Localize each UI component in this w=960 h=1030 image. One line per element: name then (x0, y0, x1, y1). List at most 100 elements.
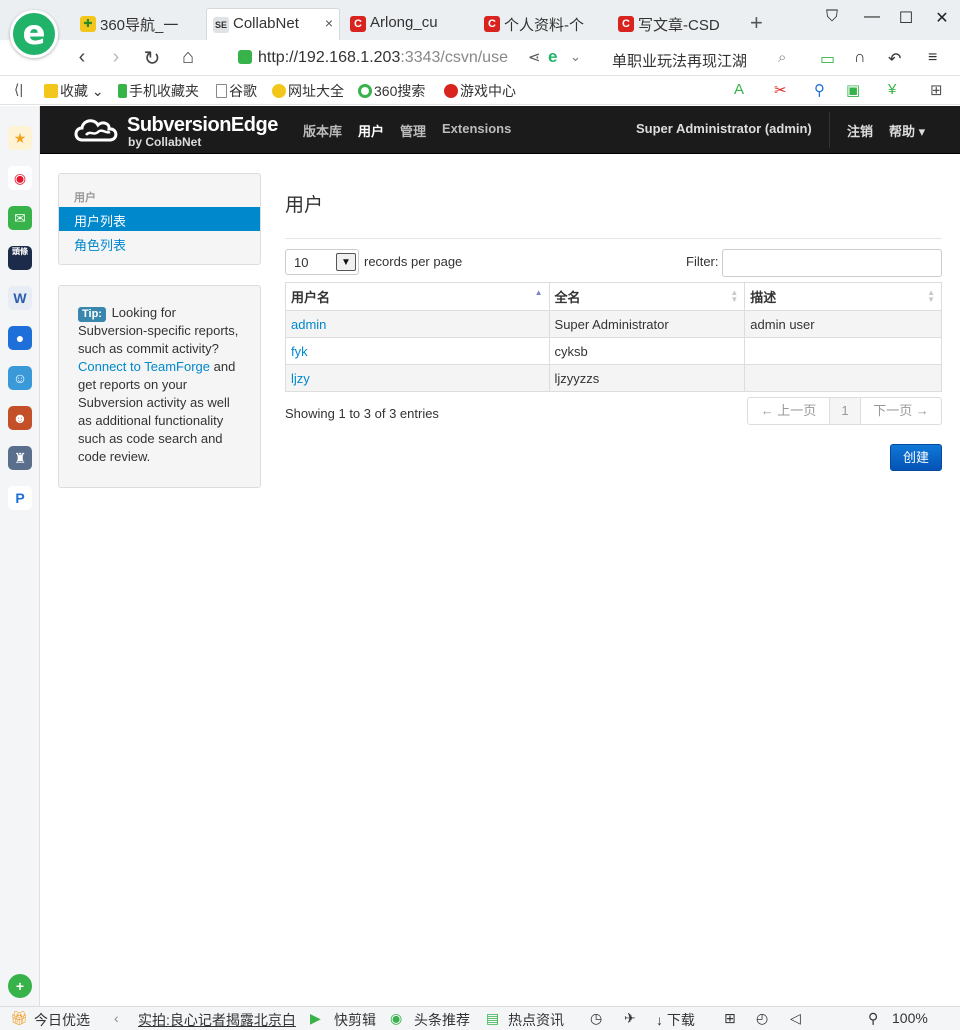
play-icon: ◉ (390, 1010, 403, 1026)
home-icon[interactable]: ⌂ (176, 46, 200, 69)
weibo-icon[interactable]: ◉ (8, 166, 32, 190)
tip-box: Tip: Looking for Subversion-specific rep… (58, 285, 261, 488)
logout-link[interactable]: 注销 (847, 121, 873, 140)
status-news-link[interactable]: 实拍:良心记者揭露北京白 (138, 1010, 296, 1030)
collapse-sidebar-icon[interactable]: ⟨| (14, 81, 23, 98)
nav-extensions[interactable]: Extensions (442, 121, 511, 136)
maximize-icon[interactable]: ☐ (894, 8, 918, 28)
side-nav-role-list[interactable]: 角色列表 (59, 231, 260, 255)
user-link[interactable]: admin (291, 317, 326, 332)
menu-icon[interactable]: ≡ (928, 49, 937, 67)
nav-users[interactable]: 用户 (358, 121, 384, 140)
tip-text-rest: and get reports on your Subversion activ… (78, 359, 236, 464)
game-app-3-icon[interactable]: ♜ (8, 446, 32, 470)
bookmark-hao123[interactable]: 网址大全 (272, 81, 344, 101)
status-headlines[interactable]: 头条推荐 (414, 1010, 470, 1030)
browser-tabbar: ✚ 360导航_一 SE CollabNet × C Arlong_cu C 个… (0, 0, 960, 40)
game-icon (444, 84, 458, 98)
status-daily-picks[interactable]: 今日优选 (34, 1010, 90, 1030)
speed-icon[interactable]: ◷ (590, 1010, 602, 1027)
sound-icon[interactable]: ◁ (790, 1010, 801, 1027)
nav-admin[interactable]: 管理 (400, 121, 426, 140)
reload-icon[interactable]: ↻ (140, 46, 164, 71)
column-header-username[interactable]: 用户名 ▲ (285, 282, 550, 311)
filter-input[interactable] (722, 249, 942, 277)
magnifier-icon[interactable]: ⚲ (814, 81, 825, 99)
bookmark-google[interactable]: 谷歌 (216, 81, 257, 101)
user-link[interactable]: fyk (291, 344, 308, 359)
layout-icon[interactable]: ⊞ (724, 1010, 736, 1027)
headphones-icon[interactable]: ∩ (854, 49, 866, 67)
battery-icon[interactable]: ▭ (820, 49, 835, 69)
bookmark-favorites[interactable]: 收藏 ⌄ (44, 81, 104, 101)
cell-username: ljzy (285, 364, 550, 392)
translate-icon[interactable]: A (734, 81, 744, 98)
table-row: fyk cyksb (285, 337, 942, 365)
ie-mode-icon[interactable]: e (548, 47, 557, 67)
side-nav: 用户 用户列表 角色列表 (58, 173, 261, 265)
subversion-edge-logo[interactable]: SubversionEdge by CollabNet (72, 112, 282, 149)
favorites-star-icon[interactable]: ★ (8, 126, 32, 150)
tab-360-nav[interactable]: ✚ 360导航_一 (74, 8, 202, 40)
create-user-button[interactable]: 创建 (890, 444, 942, 471)
url-field[interactable]: http://192.168.1.203:3343/csvn/use ⋖ e ⌄ (232, 45, 598, 71)
records-per-page-select[interactable]: 10 ▼ (285, 249, 359, 275)
help-menu[interactable]: 帮助 ▾ (889, 121, 925, 140)
scissors-icon[interactable]: ✂ (774, 81, 787, 99)
chat-icon[interactable]: ● (8, 326, 32, 350)
se-icon: SE (213, 17, 229, 33)
chevron-left-icon[interactable]: ‹ (114, 1010, 119, 1026)
bookmark-game-center[interactable]: 游戏中心 (444, 81, 516, 101)
status-quick-clip[interactable]: 快剪辑 (334, 1010, 376, 1030)
column-header-description[interactable]: 描述 ▲ ▼ (744, 282, 942, 311)
undo-icon[interactable]: ↶ (888, 49, 901, 69)
close-window-icon[interactable]: ✕ (930, 8, 954, 28)
minimize-icon[interactable]: — (860, 8, 884, 26)
search-suggestion[interactable]: 单职业玩法再现江湖 (612, 50, 747, 71)
pin-icon[interactable]: ✈ (624, 1010, 636, 1027)
tab-collabnet[interactable]: SE CollabNet × (206, 8, 340, 40)
brand-subtitle: by CollabNet (128, 135, 202, 149)
share-icon[interactable]: ⋖ (528, 48, 541, 66)
nav-repositories[interactable]: 版本库 (303, 121, 342, 140)
clock-icon[interactable]: ◴ (756, 1010, 768, 1027)
close-tab-icon[interactable]: × (325, 15, 333, 31)
forward-icon[interactable]: › (104, 46, 128, 69)
sort-icon: ▲ ▼ (730, 288, 739, 304)
game-app-1-icon[interactable]: ☺ (8, 366, 32, 390)
side-nav-user-list[interactable]: 用户列表 (59, 207, 260, 231)
tab-arlong[interactable]: C Arlong_cu (344, 8, 474, 40)
column-header-fullname[interactable]: 全名 ▲ ▼ (548, 282, 745, 311)
add-app-icon[interactable]: + (8, 974, 32, 998)
bookmark-360-search[interactable]: 360搜索 (358, 81, 425, 101)
360-icon: ✚ (80, 16, 96, 32)
search-icon[interactable]: ⌕ (778, 49, 786, 66)
p-app-icon[interactable]: P (8, 486, 32, 510)
new-tab-button[interactable]: + (750, 10, 763, 36)
user-link[interactable]: ljzy (291, 371, 310, 386)
apps-grid-icon[interactable]: ⊞ (930, 81, 943, 99)
cell-description: admin user (744, 310, 942, 338)
next-page-button[interactable]: 下一页 → (861, 398, 941, 424)
back-icon[interactable]: ‹ (70, 46, 94, 69)
word-doc-icon[interactable]: W (8, 286, 32, 310)
tab-profile[interactable]: C 个人资料-个 (478, 8, 608, 40)
zoom-level[interactable]: 100% (892, 1010, 928, 1026)
status-hot-news[interactable]: 热点资讯 (508, 1010, 564, 1030)
shirt-icon[interactable]: ⛉ (820, 8, 844, 26)
chevron-down-icon[interactable]: ⌄ (570, 49, 581, 65)
table-header-row: 用户名 ▲ 全名 ▲ ▼ 描述 ▲ ▼ (285, 282, 942, 311)
news-icon[interactable]: 頭條 (8, 246, 32, 270)
gamepad-icon[interactable]: ▣ (846, 81, 860, 99)
current-page[interactable]: 1 (829, 398, 861, 424)
zoom-icon[interactable]: ⚲ (868, 1010, 878, 1027)
bookmark-mobile[interactable]: 手机收藏夹 (118, 81, 199, 101)
yen-icon[interactable]: ¥ (888, 81, 896, 98)
game-app-2-icon[interactable]: ☻ (8, 406, 32, 430)
current-user[interactable]: Super Administrator (admin) (636, 121, 812, 136)
prev-page-button[interactable]: ← 上一页 (748, 398, 829, 424)
teamforge-link[interactable]: Connect to TeamForge (78, 359, 210, 374)
status-download[interactable]: ↓ 下载 (656, 1010, 695, 1030)
mail-icon[interactable]: ✉ (8, 206, 32, 230)
tab-write-article[interactable]: C 写文章-CSD (612, 8, 742, 40)
